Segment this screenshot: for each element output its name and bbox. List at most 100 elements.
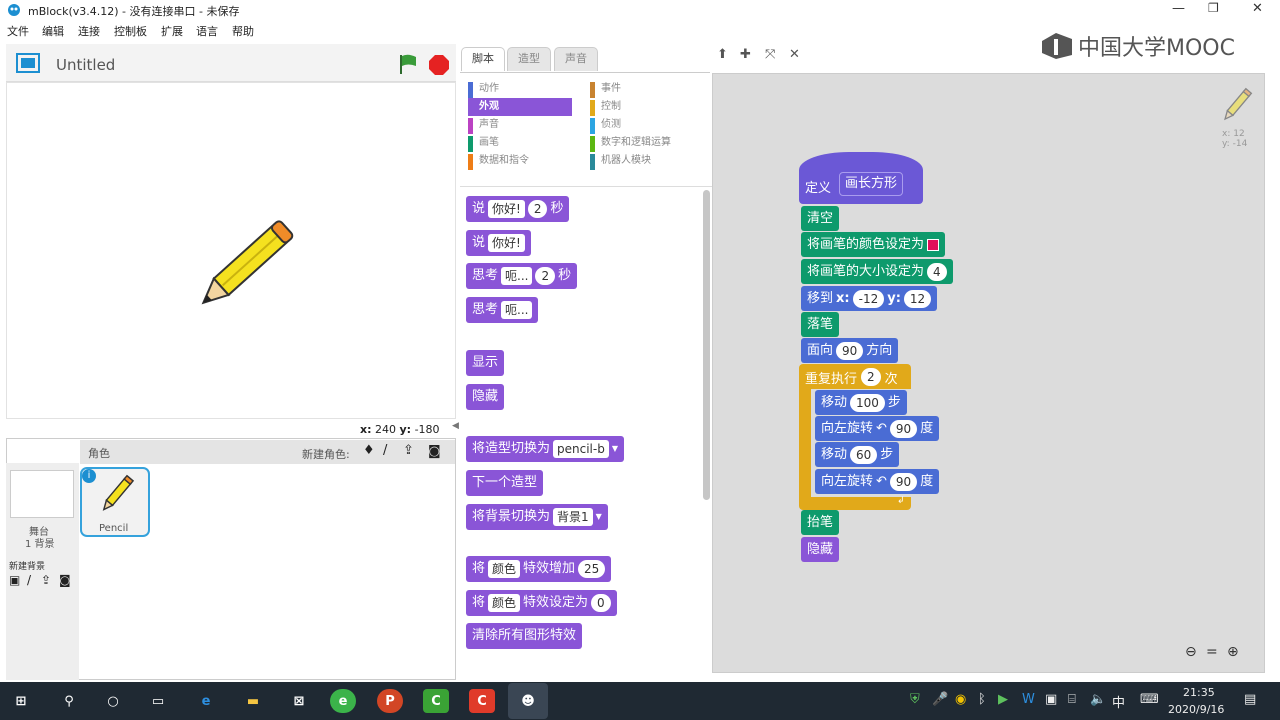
zoom-reset-icon[interactable]: = xyxy=(1206,644,1218,660)
block-clear[interactable]: 清空 xyxy=(801,206,840,231)
category-events[interactable]: 事件 xyxy=(590,80,710,98)
menu-connect[interactable]: 连接 xyxy=(78,23,100,39)
backdrop-upload-icon[interactable]: ⇪ xyxy=(41,573,51,587)
tab-sounds[interactable]: 声音 xyxy=(554,47,598,71)
stage-canvas[interactable] xyxy=(6,82,456,419)
category-control[interactable]: 控制 xyxy=(590,98,710,116)
minimize-icon[interactable]: — xyxy=(1172,1,1185,16)
camtasia-icon[interactable]: C xyxy=(423,689,449,713)
pen-color-swatch[interactable] xyxy=(927,238,940,251)
tab-scripts[interactable]: 脚本 xyxy=(461,47,505,71)
block-pen-up[interactable]: 抬笔 xyxy=(801,510,840,535)
display-icon[interactable]: ▣ xyxy=(1045,692,1057,707)
store-icon[interactable]: ⊠ xyxy=(286,689,312,713)
ime-indicator[interactable]: 中 xyxy=(1112,692,1125,711)
block-turn-left-2[interactable]: 向左旋转 ↶ 90 度 xyxy=(815,469,940,494)
delete-icon[interactable]: ✚ xyxy=(740,47,751,62)
green-flag-icon[interactable] xyxy=(398,53,418,78)
backdrop-choose-icon[interactable]: / xyxy=(27,573,31,587)
bluetooth-icon[interactable]: ᛒ xyxy=(978,692,986,707)
block-hide[interactable]: 隐藏 xyxy=(466,384,505,410)
define-name[interactable]: 画长方形 xyxy=(839,172,904,196)
file-explorer-icon[interactable]: ▬ xyxy=(240,689,266,713)
block-turn-left-1[interactable]: 向左旋转 ↶ 90 度 xyxy=(815,416,940,441)
block-switch-costume[interactable]: 将造型切换为 pencil-b ▼ xyxy=(466,436,624,462)
search-icon[interactable]: ⚲ xyxy=(56,689,82,713)
duplicate-icon[interactable]: ⬆ xyxy=(717,47,728,62)
volume-icon[interactable]: 🔈 xyxy=(1090,692,1106,707)
block-hide-script[interactable]: 隐藏 xyxy=(801,537,840,562)
fullscreen-icon[interactable] xyxy=(16,53,40,76)
network-icon[interactable]: ⌸ xyxy=(1068,692,1076,707)
stage-thumbnail[interactable] xyxy=(10,470,74,518)
category-operators[interactable]: 数字和逻辑运算 xyxy=(590,134,710,152)
menu-help[interactable]: 帮助 xyxy=(232,23,254,39)
restore-icon[interactable]: ❐ xyxy=(1208,1,1219,15)
shrink-icon[interactable]: ✕ xyxy=(789,47,800,62)
notifications-icon[interactable]: ▤ xyxy=(1244,692,1256,707)
pencil-sprite[interactable] xyxy=(187,208,297,331)
grow-icon[interactable]: ⤧ xyxy=(765,47,775,62)
paint-new-sprite-icon[interactable]: ♦ xyxy=(363,443,375,458)
browser-icon[interactable]: e xyxy=(330,689,356,713)
camera-sprite-icon[interactable]: ◙ xyxy=(428,444,441,459)
block-show[interactable]: 显示 xyxy=(466,350,505,376)
block-goto-xy[interactable]: 移到 x: -12 y: 12 xyxy=(801,286,938,311)
palette-scrollbar[interactable] xyxy=(703,190,710,500)
task-view-icon[interactable]: ▭ xyxy=(145,689,171,713)
block-point-direction[interactable]: 面向 90 方向 xyxy=(801,338,899,363)
project-title[interactable]: Untitled xyxy=(56,56,115,74)
category-motion[interactable]: 动作 xyxy=(468,80,588,98)
clock-time[interactable]: 21:35 xyxy=(1183,686,1215,699)
block-pen-down[interactable]: 落笔 xyxy=(801,312,840,337)
clock-date[interactable]: 2020/9/16 xyxy=(1168,703,1224,716)
backdrop-paint-icon[interactable]: ▣ xyxy=(9,573,20,587)
security-icon[interactable]: ⛨ xyxy=(910,692,920,707)
start-icon[interactable]: ⊞ xyxy=(8,689,34,713)
block-think[interactable]: 思考 呃... xyxy=(466,297,539,323)
category-robots[interactable]: 机器人模块 xyxy=(590,152,710,170)
block-move-2[interactable]: 移动 60 步 xyxy=(815,442,900,467)
stop-icon[interactable] xyxy=(429,55,449,78)
category-sound[interactable]: 声音 xyxy=(468,116,588,134)
block-say[interactable]: 说你好! xyxy=(466,230,531,256)
sprite-thumbnail-pencil[interactable]: i Pencil xyxy=(80,467,150,537)
category-pen[interactable]: 画笔 xyxy=(468,134,588,152)
mblock-taskbar-icon[interactable]: ☻ xyxy=(508,683,548,719)
word-icon[interactable]: W xyxy=(1022,692,1035,707)
category-looks[interactable]: 外观 xyxy=(468,98,572,116)
menu-file[interactable]: 文件 xyxy=(7,23,29,39)
nvidia-icon[interactable]: ▶ xyxy=(998,692,1008,707)
mic-icon[interactable]: 🎤 xyxy=(932,692,948,707)
menu-board[interactable]: 控制板 xyxy=(114,23,147,39)
menu-language[interactable]: 语言 xyxy=(196,23,218,39)
block-set-effect[interactable]: 将颜色 特效设定为 0 xyxy=(466,590,617,616)
edge-icon[interactable]: e xyxy=(193,689,219,713)
block-say-for-secs[interactable]: 说你好! 2 秒 xyxy=(466,196,570,222)
keyboard-icon[interactable]: ⌨ xyxy=(1140,692,1159,707)
block-define[interactable]: 定义 画长方形 xyxy=(799,152,923,204)
block-move-1[interactable]: 移动 100 步 xyxy=(815,390,907,415)
cortana-icon[interactable]: ○ xyxy=(100,689,126,713)
choose-sprite-icon[interactable]: / xyxy=(383,443,387,458)
block-switch-backdrop[interactable]: 将背景切换为 背景1 ▼ xyxy=(466,504,608,530)
close-icon[interactable]: ✕ xyxy=(1252,1,1263,16)
powerpoint-icon[interactable]: P xyxy=(377,689,403,713)
block-think-for-secs[interactable]: 思考 呃... 2 秒 xyxy=(466,263,578,289)
menu-edit[interactable]: 编辑 xyxy=(42,23,64,39)
recorder-icon[interactable]: C xyxy=(469,689,495,713)
zoom-in-icon[interactable]: ⊕ xyxy=(1227,644,1239,660)
block-change-effect[interactable]: 将颜色 特效增加 25 xyxy=(466,556,612,582)
block-next-costume[interactable]: 下一个造型 xyxy=(466,470,544,496)
info-icon[interactable]: i xyxy=(82,469,96,483)
collapse-stage-icon[interactable]: ◀ xyxy=(452,421,459,431)
tab-costumes[interactable]: 造型 xyxy=(507,47,551,71)
backdrop-camera-icon[interactable]: ◙ xyxy=(59,573,71,587)
block-clear-effects[interactable]: 清除所有图形特效 xyxy=(466,623,583,649)
block-set-pen-size[interactable]: 将画笔的大小设定为 4 xyxy=(801,259,953,284)
app-tray-icon[interactable]: ◉ xyxy=(955,692,966,707)
category-data[interactable]: 数据和指令 xyxy=(468,152,588,170)
category-sensing[interactable]: 侦测 xyxy=(590,116,710,134)
block-set-pen-color[interactable]: 将画笔的颜色设定为 xyxy=(801,232,946,257)
upload-sprite-icon[interactable]: ⇪ xyxy=(403,443,414,458)
